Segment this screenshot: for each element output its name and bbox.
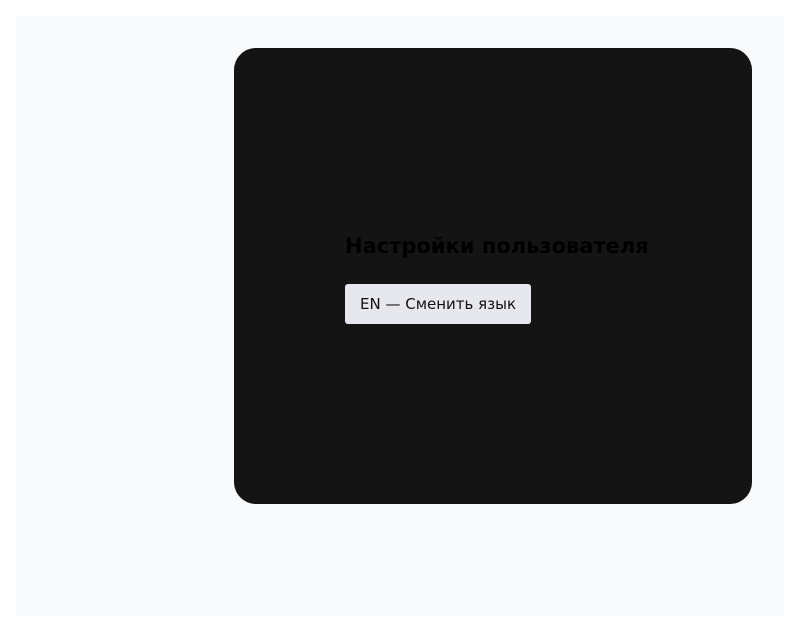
settings-panel: Настройки пользователя EN — Сменить язык	[234, 48, 752, 504]
settings-content: Настройки пользователя EN — Сменить язык	[345, 232, 649, 324]
change-language-button[interactable]: EN — Сменить язык	[345, 284, 532, 324]
page-title: Настройки пользователя	[345, 234, 649, 258]
app-viewport: Настройки пользователя EN — Сменить язык	[16, 16, 784, 616]
